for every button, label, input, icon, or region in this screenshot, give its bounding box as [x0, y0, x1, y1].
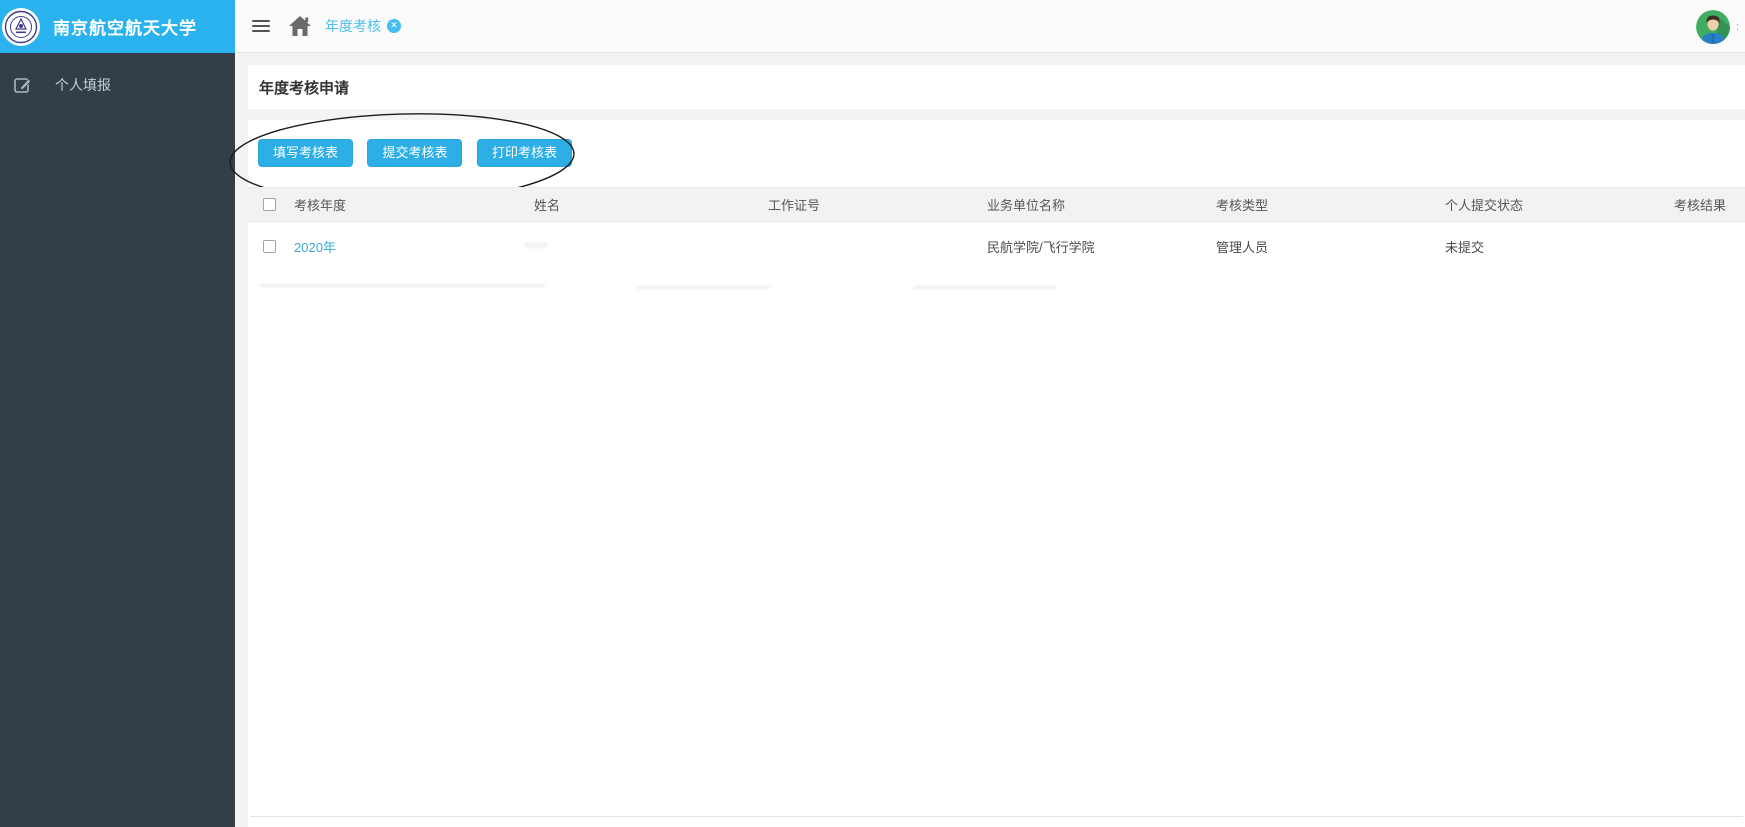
- university-logo: [2, 8, 40, 46]
- tab-annual-assessment[interactable]: 年度考核 ✕: [325, 16, 401, 36]
- tab-close-icon[interactable]: ✕: [387, 19, 401, 33]
- column-header-result: 考核结果: [1674, 195, 1745, 214]
- select-all-cell: [248, 198, 294, 211]
- avatar-icon: [1696, 10, 1730, 44]
- row-checkbox-cell: [248, 240, 294, 253]
- column-header-year: 考核年度: [294, 195, 534, 214]
- university-name: 南京航空航天大学: [53, 14, 197, 39]
- column-header-status: 个人提交状态: [1445, 195, 1674, 214]
- cell-type: 管理人员: [1216, 237, 1445, 256]
- submit-assessment-form-button[interactable]: 提交考核表: [367, 139, 462, 167]
- column-header-workid: 工作证号: [768, 195, 987, 214]
- column-header-name: 姓名: [534, 195, 768, 214]
- redaction-smudge: [260, 284, 545, 287]
- main-area: 年度考核 ✕ : 年度考核申请 填写考核表 提交考核表: [235, 0, 1745, 827]
- page-title-card: 年度考核申请: [248, 65, 1745, 109]
- select-all-checkbox[interactable]: [263, 198, 276, 211]
- fill-assessment-form-button[interactable]: 填写考核表: [258, 139, 353, 167]
- hamburger-menu-icon[interactable]: [252, 17, 270, 35]
- topbar: 年度考核 ✕ :: [235, 0, 1745, 53]
- bottom-divider: [250, 816, 1743, 817]
- edit-icon: [13, 75, 33, 95]
- sidebar: 南京航空航天大学 个人填报: [0, 0, 235, 827]
- row-checkbox[interactable]: [263, 240, 276, 253]
- topbar-right: :: [1696, 0, 1739, 53]
- sidebar-item-label: 个人填报: [55, 75, 111, 95]
- cell-status: 未提交: [1445, 237, 1674, 256]
- column-header-unit: 业务单位名称: [987, 195, 1216, 214]
- sidebar-header: 南京航空航天大学: [0, 0, 235, 53]
- home-button[interactable]: [288, 15, 312, 37]
- home-icon: [288, 15, 312, 37]
- edge-cropped-mark: :: [1736, 21, 1739, 33]
- column-header-type: 考核类型: [1216, 195, 1445, 214]
- tab-label: 年度考核: [325, 16, 381, 36]
- print-assessment-form-button[interactable]: 打印考核表: [477, 139, 572, 167]
- content-card: 填写考核表 提交考核表 打印考核表 考核年度 姓名 工作证号 业务单位名称 考核…: [248, 120, 1745, 827]
- redaction-smudge: [637, 286, 770, 289]
- year-link[interactable]: 2020年: [294, 240, 336, 255]
- redaction-smudge: [525, 242, 547, 248]
- toolbar: 填写考核表 提交考核表 打印考核表: [248, 139, 572, 167]
- sidebar-item-personal-report[interactable]: 个人填报: [0, 63, 235, 107]
- redaction-smudge: [913, 286, 1056, 289]
- table-row: 2020年 民航学院/飞行学院 管理人员 未提交: [248, 223, 1745, 270]
- user-avatar[interactable]: [1696, 10, 1730, 44]
- university-seal-icon: [4, 10, 38, 44]
- table-header-row: 考核年度 姓名 工作证号 业务单位名称 考核类型 个人提交状态 考核结果: [248, 187, 1745, 222]
- page-title: 年度考核申请: [259, 77, 349, 98]
- cell-year: 2020年: [294, 237, 534, 256]
- cell-unit: 民航学院/飞行学院: [987, 237, 1216, 256]
